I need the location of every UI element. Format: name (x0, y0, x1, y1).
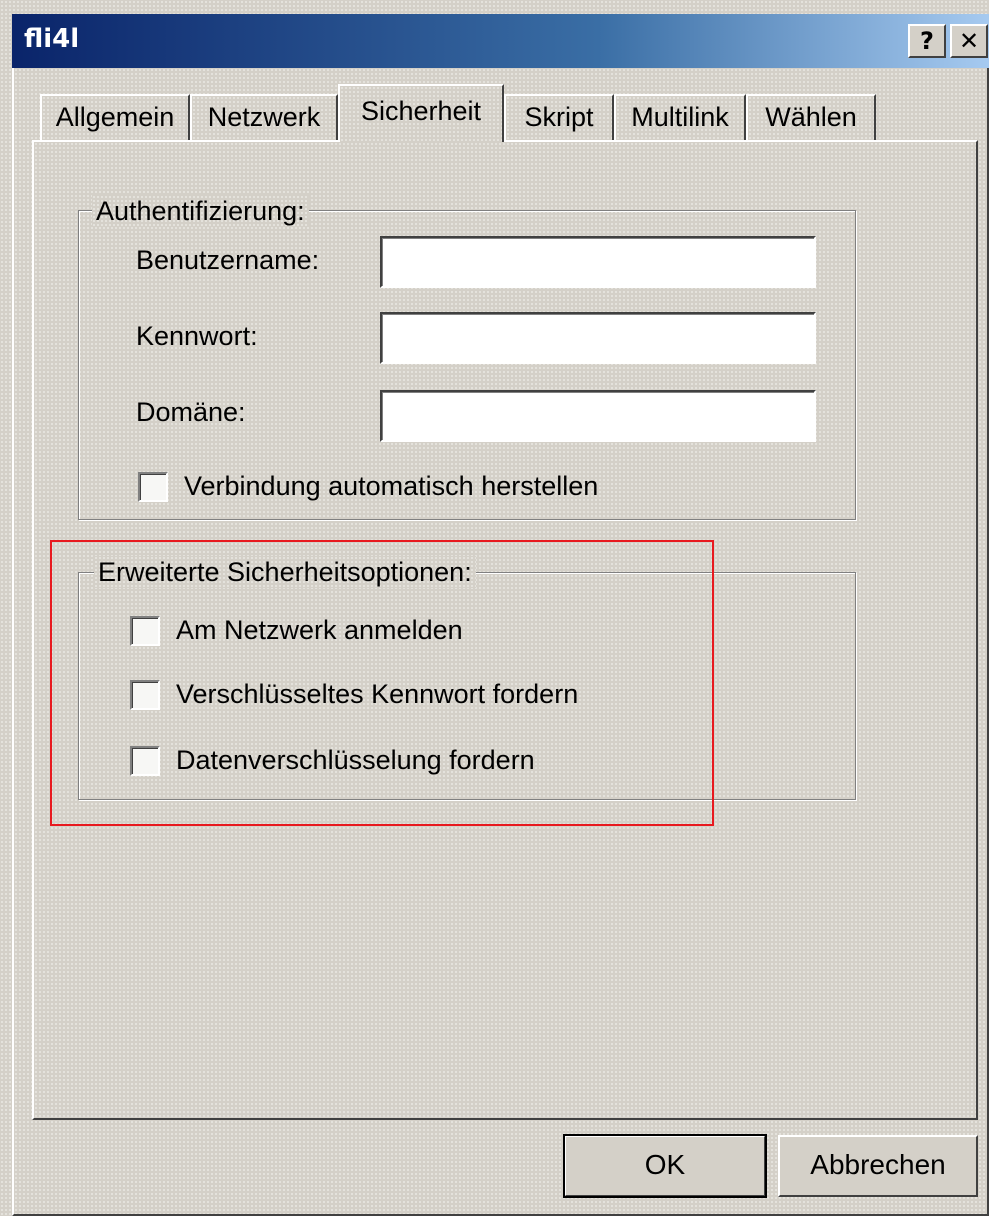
close-icon: ✕ (958, 27, 980, 55)
tab-label: Skript (524, 102, 594, 132)
tab-sicherheit[interactable]: Sicherheit (338, 84, 504, 142)
data-encryption-label[interactable]: Datenverschlüsselung fordern (176, 744, 535, 776)
tab-label: Wählen (765, 102, 857, 132)
tab-waehlen[interactable]: Wählen (746, 94, 876, 140)
question-icon: ? (920, 27, 934, 55)
authentication-group-title: Authentifizierung: (92, 195, 309, 227)
username-field[interactable] (380, 236, 816, 288)
password-label: Kennwort: (136, 321, 258, 351)
network-logon-label[interactable]: Am Netzwerk anmelden (176, 614, 463, 646)
data-encryption-checkbox[interactable] (130, 746, 160, 776)
encrypted-password-checkbox[interactable] (130, 680, 160, 710)
tab-label: Netzwerk (207, 102, 321, 132)
domain-label: Domäne: (136, 397, 246, 427)
username-label: Benutzername: (136, 245, 320, 275)
domain-field[interactable] (380, 390, 816, 442)
tab-netzwerk[interactable]: Netzwerk (190, 94, 338, 140)
tab-label: Allgemein (55, 102, 175, 132)
close-button[interactable]: ✕ (950, 24, 988, 58)
auto-connect-checkbox[interactable] (138, 472, 168, 502)
network-logon-checkbox[interactable] (130, 616, 160, 646)
tab-multilink[interactable]: Multilink (614, 94, 746, 140)
title-bar[interactable]: fli4l ? ✕ (12, 14, 989, 68)
window-title: fli4l (24, 24, 80, 54)
cancel-button[interactable]: Abbrechen (778, 1135, 978, 1197)
tab-label: Multilink (631, 102, 729, 132)
ok-button-label: OK (644, 1149, 686, 1180)
ok-button[interactable]: OK (563, 1134, 767, 1198)
tab-allgemein[interactable]: Allgemein (40, 94, 190, 140)
tab-skript[interactable]: Skript (504, 94, 614, 140)
advanced-security-group-title: Erweiterte Sicherheitsoptionen: (94, 556, 476, 588)
password-field[interactable] (380, 312, 816, 364)
tab-label: Sicherheit (360, 96, 482, 126)
auto-connect-label[interactable]: Verbindung automatisch herstellen (184, 470, 598, 502)
encrypted-password-label[interactable]: Verschlüsseltes Kennwort fordern (176, 678, 578, 710)
cancel-button-label: Abbrechen (810, 1149, 946, 1180)
help-button[interactable]: ? (908, 24, 946, 58)
